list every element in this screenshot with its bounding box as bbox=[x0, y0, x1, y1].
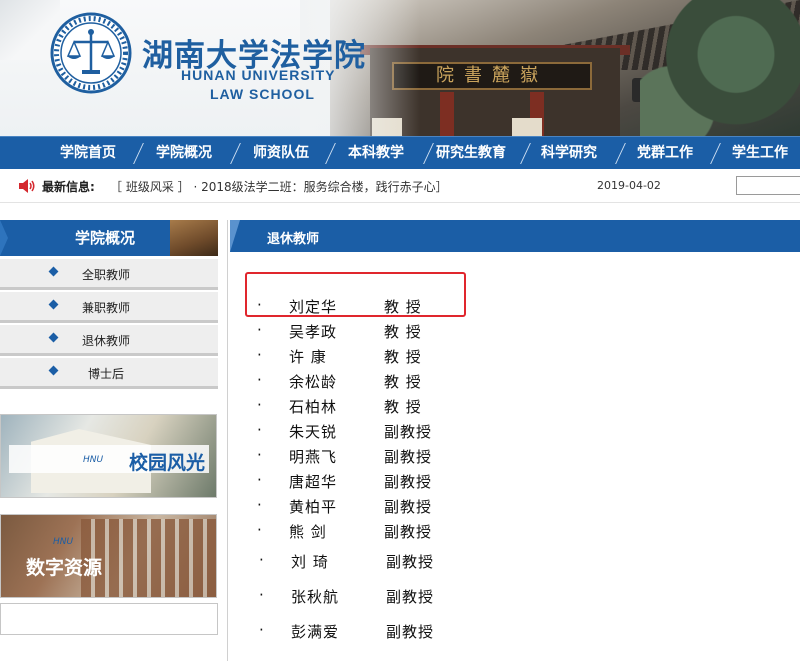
sidebar-item-label: 退休教师 bbox=[82, 334, 131, 348]
promo-label: 数字资源 bbox=[26, 557, 103, 579]
teacher-title: 副教授 bbox=[384, 448, 433, 466]
teacher-name: 刘 琦 bbox=[291, 553, 329, 571]
nav-item-undergraduate[interactable]: 本科教学 bbox=[348, 137, 404, 170]
nav-item-research[interactable]: 科学研究 bbox=[541, 137, 597, 170]
nav-item-home[interactable]: 学院首页 bbox=[60, 137, 116, 170]
list-bullet: · bbox=[257, 421, 262, 439]
nav-item-party[interactable]: 党群工作 bbox=[637, 137, 693, 170]
diamond-bullet-icon bbox=[48, 365, 59, 376]
sidebar-item-retired[interactable]: 退休教师 bbox=[0, 325, 218, 356]
list-bullet: · bbox=[259, 586, 264, 604]
teacher-name: 吴孝政 bbox=[289, 323, 338, 341]
promo-label: 校园风光 bbox=[129, 452, 206, 474]
list-bullet: · bbox=[257, 471, 262, 489]
campus-scenery-banner[interactable]: HNU 校园风光 bbox=[0, 414, 217, 498]
teacher-name: 余松龄 bbox=[289, 373, 338, 391]
main-nav: 学院首页 学院概况 师资队伍 本科教学 研究生教育 科学研究 党群工作 学生工作 bbox=[0, 136, 800, 169]
teacher-title: 副教授 bbox=[384, 423, 433, 441]
teacher-name: 唐超华 bbox=[289, 473, 338, 491]
sidebar-empty-box bbox=[0, 603, 218, 635]
teacher-title: 教 授 bbox=[384, 348, 422, 366]
teacher-title: 副教授 bbox=[386, 588, 435, 606]
teacher-title: 教 授 bbox=[384, 323, 422, 341]
teacher-title: 副教授 bbox=[384, 473, 433, 491]
list-bullet: · bbox=[257, 521, 262, 539]
teacher-name: 刘定华 bbox=[289, 298, 338, 316]
nav-item-students[interactable]: 学生工作 bbox=[732, 137, 788, 170]
nav-separator bbox=[133, 143, 144, 164]
teacher-title: 教 授 bbox=[384, 298, 422, 316]
diamond-bullet-icon bbox=[48, 266, 59, 277]
nav-separator bbox=[520, 143, 531, 164]
highlight-box bbox=[245, 272, 466, 317]
list-bullet: · bbox=[259, 551, 264, 569]
header-banner: 院書麓嶽 湖南大学法学院 HUNAN UNIVERSITY LAW SCHOOL bbox=[0, 0, 800, 136]
school-name-en-line1: HUNAN UNIVERSITY bbox=[181, 67, 336, 83]
teacher-name: 明燕飞 bbox=[289, 448, 338, 466]
teacher-title: 副教授 bbox=[386, 553, 435, 571]
nav-item-faculty[interactable]: 师资队伍 bbox=[253, 137, 309, 170]
content-title: 退休教师 bbox=[267, 232, 320, 247]
nav-separator bbox=[230, 143, 241, 164]
content-divider bbox=[227, 220, 228, 661]
teacher-name: 熊 剑 bbox=[289, 523, 327, 541]
ticker-date: 2019-04-02 bbox=[597, 179, 661, 192]
university-seal-icon[interactable] bbox=[50, 12, 132, 94]
school-name-en-line2: LAW SCHOOL bbox=[210, 86, 315, 102]
news-ticker: 最新信息: ［ 班级风采 ］ · 2018级法学二班：服务综合楼，践行赤子心］ … bbox=[0, 169, 800, 203]
list-bullet: · bbox=[257, 321, 262, 339]
list-bullet: · bbox=[259, 621, 264, 639]
list-bullet: · bbox=[257, 371, 262, 389]
list-bullet: · bbox=[257, 346, 262, 364]
teacher-name: 张秋航 bbox=[291, 588, 340, 606]
promo-logo-mini: HNU bbox=[53, 537, 74, 547]
nav-separator bbox=[325, 143, 336, 164]
sidebar-header: 学院概况 bbox=[0, 220, 218, 256]
ticker-news-link[interactable]: ［ 班级风采 ］ · 2018级法学二班：服务综合楼，践行赤子心］ bbox=[110, 178, 448, 195]
list-bullet: · bbox=[257, 496, 262, 514]
nav-separator bbox=[423, 143, 434, 164]
sidebar-item-label: 全职教师 bbox=[82, 268, 131, 282]
teacher-name: 彭满爱 bbox=[291, 623, 340, 641]
search-input[interactable] bbox=[736, 176, 800, 195]
teacher-title: 副教授 bbox=[386, 623, 435, 641]
digital-resources-banner[interactable]: HNU 数字资源 bbox=[0, 514, 217, 598]
diamond-bullet-icon bbox=[48, 299, 59, 310]
diamond-bullet-icon bbox=[48, 332, 59, 343]
sidebar-title: 学院概况 bbox=[74, 229, 135, 247]
banner-pillar bbox=[440, 92, 454, 136]
teacher-title: 副教授 bbox=[384, 498, 433, 516]
list-bullet: · bbox=[257, 446, 262, 464]
banner-couplet bbox=[512, 118, 542, 136]
teacher-name: 石柏林 bbox=[289, 398, 338, 416]
banner-plaque: 院書麓嶽 bbox=[392, 62, 592, 90]
nav-separator bbox=[615, 143, 626, 164]
teacher-name: 许 康 bbox=[289, 348, 327, 366]
teacher-name: 朱天锐 bbox=[289, 423, 338, 441]
nav-item-overview[interactable]: 学院概况 bbox=[156, 137, 212, 170]
sidebar-item-label: 博士后 bbox=[88, 367, 125, 381]
ticker-label: 最新信息: bbox=[42, 180, 95, 194]
nav-item-graduate[interactable]: 研究生教育 bbox=[436, 137, 506, 170]
sidebar-item-label: 兼职教师 bbox=[82, 301, 131, 315]
sidebar-item-parttime[interactable]: 兼职教师 bbox=[0, 292, 218, 323]
banner-tree bbox=[640, 0, 800, 136]
list-bullet: · bbox=[257, 396, 262, 414]
list-bullet: · bbox=[257, 296, 262, 314]
speaker-icon bbox=[19, 179, 35, 193]
sidebar-item-postdoc[interactable]: 博士后 bbox=[0, 358, 218, 389]
sidebar-item-fulltime[interactable]: 全职教师 bbox=[0, 259, 218, 290]
teacher-title: 教 授 bbox=[384, 373, 422, 391]
teacher-title: 副教授 bbox=[384, 523, 433, 541]
teacher-title: 教 授 bbox=[384, 398, 422, 416]
teacher-name: 黄柏平 bbox=[289, 498, 338, 516]
promo-logo-mini: HNU bbox=[83, 455, 104, 465]
nav-separator bbox=[710, 143, 721, 164]
